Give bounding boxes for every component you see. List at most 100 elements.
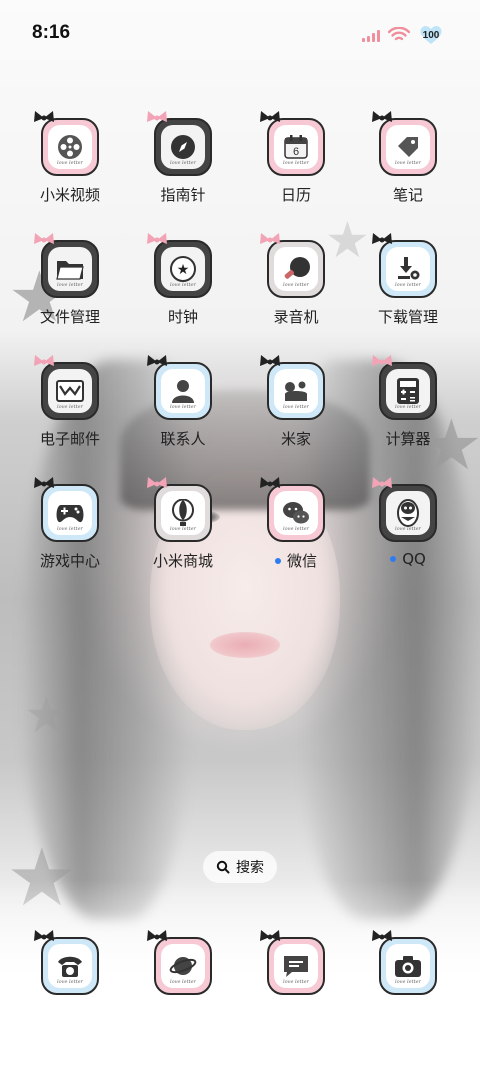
app-icon-12[interactable]: love letter 计算器 [353, 355, 463, 472]
app-label: QQ [390, 550, 426, 568]
app-label-text: 时钟 [167, 308, 198, 326]
app-label-text: 日历 [280, 186, 311, 204]
app-label-text: QQ [402, 550, 426, 568]
app-icon-tile: love letter [34, 355, 99, 420]
notification-dot [390, 556, 397, 562]
tagline-text: love letter [170, 160, 196, 166]
app-label: 游戏中心 [40, 550, 100, 571]
app-label-text: 游戏中心 [39, 552, 100, 570]
notification-dot [274, 557, 281, 564]
bow-icon [260, 111, 280, 122]
star-decoration: ★ [24, 686, 69, 744]
compass-icon: love letter [161, 125, 205, 169]
app-icon-tile: love letter [372, 477, 437, 542]
app-label: 录音机 [273, 306, 318, 327]
app-icon-9[interactable]: love letter 电子邮件 [15, 355, 125, 472]
battery-level: 100 [422, 29, 440, 41]
tagline-text: love letter [395, 526, 421, 532]
status-bar: 8:16 100 [0, 0, 480, 68]
app-label: 小米商城 [153, 550, 213, 571]
app-icon-tile: love letter [147, 111, 212, 176]
tagline-text: love letter [170, 979, 196, 985]
app-icon-2[interactable]: love letter 指南针 [128, 111, 238, 228]
app-icon-7[interactable]: love letter 录音机 [241, 233, 351, 350]
bow-icon [34, 111, 54, 122]
app-label-text: 米家 [280, 430, 311, 448]
bow-icon [260, 930, 280, 941]
app-icon-14[interactable]: love letter 小米商城 [128, 477, 238, 594]
dock-app-2[interactable]: love letter [128, 930, 238, 1047]
dock-icon-tile: love letter [34, 930, 99, 995]
app-icon-8[interactable]: love letter 下载管理 [353, 233, 463, 350]
app-icon-13[interactable]: love letter 游戏中心 [15, 477, 125, 594]
bow-icon [147, 233, 167, 244]
dock-app-3[interactable]: love letter [241, 930, 351, 1047]
app-icon-15[interactable]: love letter 微信 [241, 477, 351, 594]
svg-text:6: 6 [293, 146, 299, 158]
calculator-icon: love letter [386, 369, 430, 413]
bow-icon [260, 355, 280, 366]
app-label-text: 指南针 [160, 186, 206, 204]
app-icon-3[interactable]: 6 love letter 日历 [241, 111, 351, 228]
app-label-text: 电子邮件 [39, 430, 100, 448]
app-icon-4[interactable]: love letter 笔记 [353, 111, 463, 228]
app-icon-1[interactable]: love letter 小米视频 [15, 111, 125, 228]
bow-icon [260, 477, 280, 488]
app-icon-10[interactable]: love letter 联系人 [128, 355, 238, 472]
bow-icon [34, 930, 54, 941]
app-label-text: 计算器 [385, 430, 431, 448]
app-label-text: 文件管理 [39, 308, 100, 326]
tagline-text: love letter [283, 160, 309, 166]
search-icon [216, 860, 230, 874]
tagline-text: love letter [57, 979, 83, 985]
app-label: 米家 [281, 428, 311, 449]
calendar-icon: 6 love letter [274, 125, 318, 169]
app-icon-tile: love letter [372, 111, 437, 176]
tag-icon: love letter [386, 125, 430, 169]
bow-icon [372, 930, 392, 941]
app-label: 时钟 [168, 306, 198, 327]
tagline-text: love letter [395, 979, 421, 985]
dock-icon-tile: love letter [147, 930, 212, 995]
dock-app-4[interactable]: love letter [353, 930, 463, 1047]
bow-icon [147, 355, 167, 366]
app-label: 小米视频 [40, 184, 100, 205]
bow-icon [34, 355, 54, 366]
dock-app-1[interactable]: love letter [15, 930, 125, 1047]
app-label: 笔记 [393, 184, 423, 205]
app-icon-16[interactable]: love letter QQ [353, 477, 463, 594]
app-label: 下载管理 [378, 306, 438, 327]
app-label: 计算器 [385, 428, 430, 449]
penguin-icon: love letter [386, 491, 430, 535]
tagline-text: love letter [170, 526, 196, 532]
bow-icon [34, 233, 54, 244]
app-icon-6[interactable]: ★ love letter 时钟 [128, 233, 238, 350]
app-label: 微信 [274, 550, 317, 571]
tagline-text: love letter [57, 526, 83, 532]
app-icon-tile: love letter [34, 233, 99, 298]
app-icon-tile: love letter [34, 111, 99, 176]
app-icon-11[interactable]: love letter 米家 [241, 355, 351, 472]
app-icon-tile: love letter [260, 477, 325, 542]
film-reel-icon: love letter [48, 125, 92, 169]
status-time: 8:16 [32, 22, 71, 43]
message-icon: love letter [274, 944, 318, 988]
bow-icon [372, 233, 392, 244]
app-icon-tile: love letter [372, 233, 437, 298]
wifi-icon [388, 27, 410, 41]
app-label-text: 录音机 [273, 308, 319, 326]
browser-planet-icon: love letter [161, 944, 205, 988]
status-icons: 100 [362, 24, 444, 46]
battery-heart-icon: 100 [418, 24, 444, 46]
tagline-text: love letter [283, 282, 309, 288]
app-label-text: 小米商城 [152, 552, 213, 570]
app-label-text: 微信 [286, 552, 317, 570]
dock-icon-tile: love letter [260, 930, 325, 995]
app-icon-5[interactable]: love letter 文件管理 [15, 233, 125, 350]
bow-icon [260, 233, 280, 244]
search-button[interactable]: 搜索 [203, 851, 277, 883]
app-label: 电子邮件 [40, 428, 100, 449]
app-icon-tile: love letter [260, 233, 325, 298]
app-label: 文件管理 [40, 306, 100, 327]
bow-icon [147, 111, 167, 122]
